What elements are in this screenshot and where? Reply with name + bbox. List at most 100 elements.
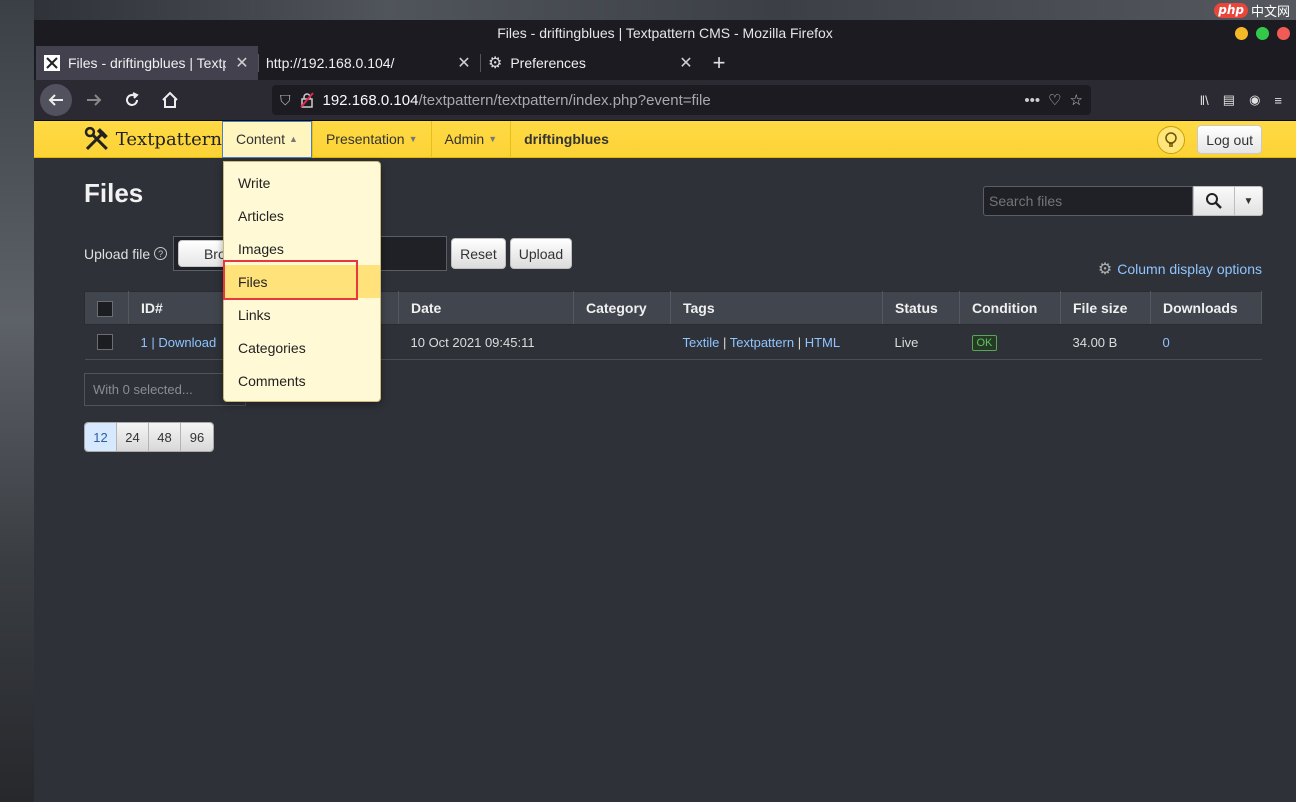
page-size-48[interactable]: 48 [149,423,181,451]
tab-files[interactable]: Files - driftingblues | Textpattern ✕ [36,46,258,80]
arrow-right-icon [87,94,102,106]
file-size-cell: 34.00 B [1060,324,1151,360]
reset-button[interactable]: Reset [451,238,506,269]
select-all-header [84,291,129,325]
file-id-link[interactable]: 1 [141,335,148,350]
page-title: Files [84,178,144,208]
header-file-size-label: File size [1073,300,1128,316]
caret-up-icon: ▲ [289,134,298,144]
reload-icon [126,92,139,106]
page-size-24[interactable]: 24 [117,423,149,451]
textpattern-favicon-icon [44,55,60,71]
menu-item-links[interactable]: Links [224,298,380,331]
hammer-wrench-icon [84,126,108,150]
reload-button[interactable] [116,84,148,116]
help-icon[interactable]: ? [154,247,168,260]
nav-site-label: driftingblues [524,131,609,147]
tab-preferences[interactable]: ⚙ Preferences ✕ [480,46,702,80]
header-condition[interactable]: Condition [959,291,1061,325]
txp-logo[interactable]: Textpattern [84,126,222,152]
menu-item-articles[interactable]: Articles [224,199,380,232]
watermark: php 中文网 [1214,0,1290,20]
tab-label: Preferences [510,55,586,71]
menu-item-categories[interactable]: Categories [224,331,380,364]
nav-admin[interactable]: Admin ▼ [430,120,511,158]
header-downloads[interactable]: Downloads [1150,291,1262,325]
tag-link[interactable]: Textpattern [730,335,794,350]
header-date-label: Date [411,300,442,316]
navigation-toolbar: ⛉ 192.168.0.104/textpattern/textpattern/… [34,80,1296,121]
page-size-96[interactable]: 96 [181,423,213,451]
sidebar-icon[interactable]: ▤ [1223,92,1235,108]
search-input[interactable] [983,186,1193,216]
header-category[interactable]: Category [573,291,671,325]
window-titlebar: Files - driftingblues | Textpattern CMS … [34,20,1296,46]
forward-button[interactable] [78,84,110,116]
window-controls [1235,27,1290,40]
header-status[interactable]: Status [882,291,960,325]
menu-item-write[interactable]: Write [224,166,380,199]
insecure-lock-icon[interactable] [299,92,315,108]
download-link[interactable]: Download [158,335,216,350]
minimize-button[interactable] [1235,27,1248,40]
caret-down-icon: ▼ [488,134,498,144]
search-options-button[interactable]: ▼ [1235,186,1263,216]
header-file-size[interactable]: File size [1060,291,1151,325]
nav-presentation-label: Presentation [325,131,405,147]
nav-site-link[interactable]: driftingblues [510,120,622,158]
search-icon [1206,193,1222,209]
txp-main-nav: Content ▲ Presentation ▼ Admin ▼ driftin… [222,120,622,158]
search-button[interactable] [1193,186,1235,216]
gear-icon: ⚙ [1097,261,1113,278]
header-date[interactable]: Date [398,291,574,325]
gear-icon: ⚙ [488,55,503,72]
home-button[interactable] [154,84,186,116]
close-window-button[interactable] [1277,27,1290,40]
menu-item-files[interactable]: Files [223,260,380,300]
menu-icon[interactable]: ≡ [1274,93,1282,108]
upload-button[interactable]: Upload [509,238,573,269]
close-tab-icon[interactable]: ✕ [456,53,472,73]
tab-label: http://192.168.0.104/ [266,55,395,71]
nav-presentation[interactable]: Presentation ▼ [311,120,431,158]
maximize-button[interactable] [1256,27,1269,40]
header-condition-label: Condition [972,300,1038,316]
header-tags[interactable]: Tags [670,291,883,325]
header-tags-label: Tags [683,300,715,316]
account-icon[interactable]: ◉ [1249,92,1260,108]
logout-button[interactable]: Log out [1197,125,1262,154]
back-button[interactable] [40,84,72,116]
menu-item-comments[interactable]: Comments [224,364,380,397]
downloads-link[interactable]: 0 [1163,335,1170,350]
library-icon[interactable]: ‖\ [1200,93,1209,108]
row-checkbox[interactable] [96,334,113,351]
close-tab-icon[interactable]: ✕ [678,53,694,73]
page-actions-icon[interactable]: ••• [1024,92,1040,109]
tab-homepage[interactable]: http://192.168.0.104/ ✕ [258,46,480,80]
status-badge: OK [971,334,998,351]
bookmark-star-icon[interactable]: ☆ [1070,91,1083,109]
lightbulb-icon [1165,131,1178,147]
close-tab-icon[interactable]: ✕ [234,53,250,73]
url-text[interactable]: 192.168.0.104/textpattern/textpattern/in… [323,92,1017,109]
txp-header-actions: Log out [1157,125,1262,154]
select-all-checkbox[interactable] [97,300,113,317]
with-selected-select[interactable]: With 0 selected... [84,373,246,406]
pocket-icon[interactable]: ♡ [1048,91,1061,109]
nav-content[interactable]: Content ▲ [222,120,312,158]
shield-icon[interactable]: ⛉ [280,92,291,109]
desktop-background-left [0,0,34,802]
desktop-background [0,0,1296,20]
category-cell [573,324,671,360]
tags-cell: Textile | Textpattern | HTML [670,324,883,360]
window-title: Files - driftingblues | Textpattern CMS … [497,25,833,41]
tag-link[interactable]: Textile [683,335,720,350]
new-tab-button[interactable]: + [702,46,736,80]
page-size-12[interactable]: 12 [85,423,117,451]
column-display-options[interactable]: ⚙ Column display options [1098,259,1262,279]
toolbar-right: ‖\ ▤ ◉ ≡ [1200,92,1290,108]
tag-link[interactable]: HTML [805,335,840,350]
content-dropdown-menu: Write Articles Images Files Links Catego… [223,161,381,402]
url-bar[interactable]: ⛉ 192.168.0.104/textpattern/textpattern/… [272,85,1091,115]
lightswitch-button[interactable] [1157,125,1186,154]
